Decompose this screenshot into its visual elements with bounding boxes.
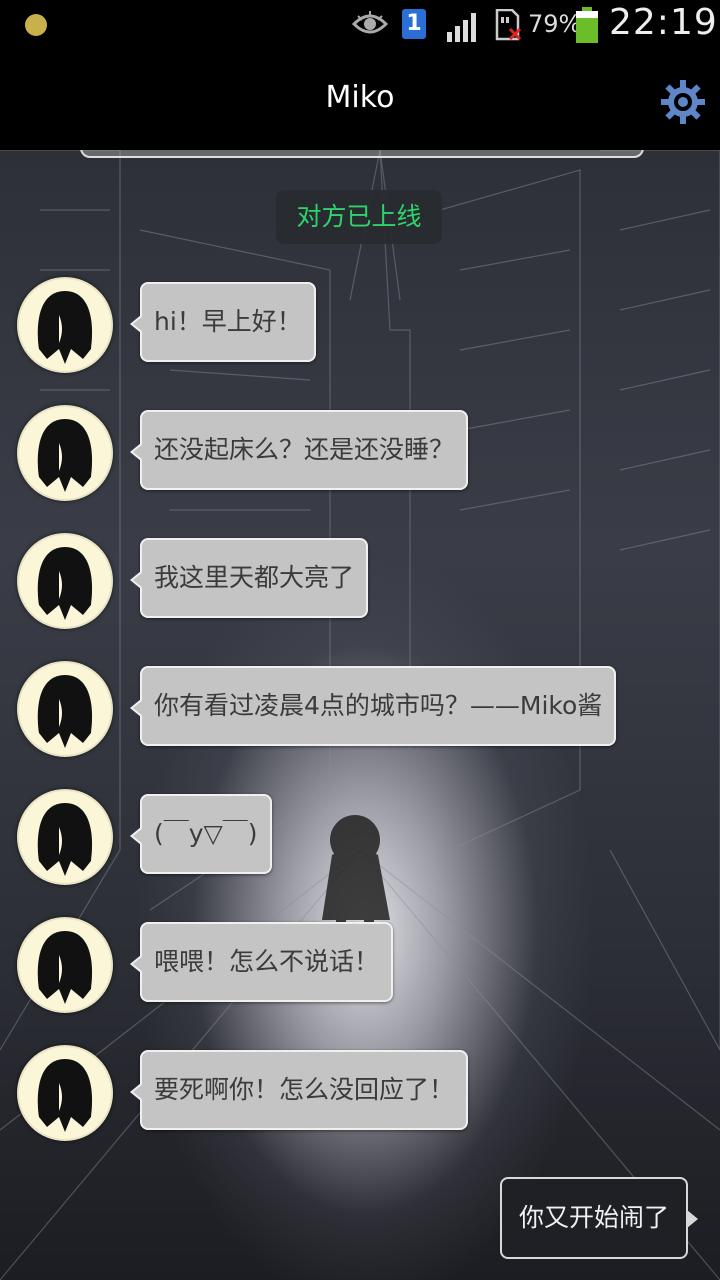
signal-icon bbox=[447, 13, 476, 42]
page-title: Miko bbox=[325, 80, 395, 115]
incoming-message[interactable]: 还没起床么？还是还没睡？ bbox=[129, 410, 469, 490]
avatar[interactable] bbox=[17, 917, 113, 1013]
outgoing-message[interactable]: 你又开始闹了 bbox=[500, 1177, 698, 1259]
incoming-message[interactable]: 我这里天都大亮了 bbox=[129, 538, 369, 618]
screen: 1 79% 22:19 Miko 对方已上线 hi！早上好！ 还没起床么？还是还… bbox=[0, 0, 720, 1280]
incoming-message[interactable]: 你有看过凌晨4点的城市吗？——Miko酱 bbox=[129, 666, 617, 746]
avatar[interactable] bbox=[17, 405, 113, 501]
incoming-message[interactable]: (￣y▽￣) bbox=[130, 794, 272, 874]
clock: 22:19 bbox=[609, 2, 718, 43]
title-bar: Miko bbox=[0, 50, 720, 150]
sd-card-icon bbox=[495, 9, 522, 41]
notification-dot-icon bbox=[25, 14, 47, 36]
avatar[interactable] bbox=[17, 533, 113, 629]
chat-area[interactable]: 对方已上线 hi！早上好！ 还没起床么？还是还没睡？ 我这里天都大亮了 你有看过… bbox=[0, 150, 720, 1280]
battery-icon bbox=[576, 7, 598, 43]
status-bar: 1 79% 22:19 bbox=[0, 0, 720, 50]
previous-message-edge bbox=[80, 150, 644, 158]
eye-icon bbox=[352, 11, 388, 34]
avatar[interactable] bbox=[17, 1045, 113, 1141]
incoming-message[interactable]: hi！早上好！ bbox=[130, 282, 316, 362]
incoming-message[interactable]: 喂喂！怎么不说话！ bbox=[129, 922, 394, 1002]
online-status-badge: 对方已上线 bbox=[276, 190, 442, 244]
avatar[interactable] bbox=[17, 789, 113, 885]
avatar[interactable] bbox=[17, 661, 113, 757]
sim-1-icon: 1 bbox=[402, 9, 426, 39]
gear-icon[interactable] bbox=[660, 79, 706, 125]
avatar[interactable] bbox=[17, 277, 113, 373]
battery-percent: 79% bbox=[528, 10, 582, 38]
incoming-message[interactable]: 要死啊你！怎么没回应了！ bbox=[129, 1050, 469, 1130]
